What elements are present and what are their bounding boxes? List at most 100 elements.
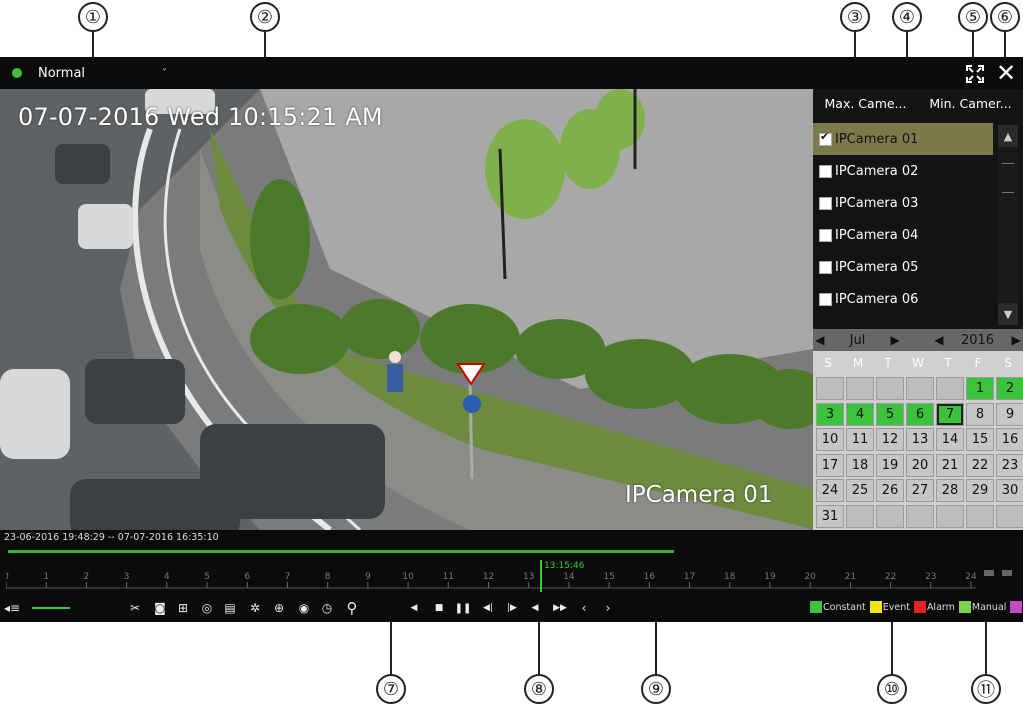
zoom-icon[interactable]: ⊕ — [271, 598, 287, 618]
camera-item-02[interactable]: IPCamera 02 — [813, 155, 993, 187]
search-icon[interactable]: ⚲ — [343, 598, 361, 618]
rewind-icon[interactable]: ◀ — [406, 598, 422, 618]
calendar-day-5[interactable]: 5 — [876, 402, 904, 426]
calendar-day-20[interactable]: 20 — [906, 453, 934, 477]
checkbox-icon[interactable] — [819, 228, 832, 242]
checkbox-icon[interactable] — [819, 292, 832, 306]
max-cameras-button[interactable]: Max. Came... — [813, 89, 918, 117]
weekday-label: S — [1004, 356, 1012, 370]
calendar-day-22[interactable]: 22 — [966, 453, 994, 477]
playback-progress-bar[interactable] — [8, 550, 674, 553]
camera-tabs: Max. Came... Min. Camer... — [813, 89, 1023, 117]
volume-icon[interactable]: ◂≡ — [4, 598, 20, 618]
camera-list-scrollbar[interactable]: ▲ ▼ — [998, 125, 1018, 325]
timeline-hour-label: 17 — [684, 572, 695, 582]
callout-10: ⑩ — [877, 674, 907, 704]
checkbox-icon[interactable] — [819, 130, 832, 146]
calendar-day-24[interactable]: 24 — [816, 479, 844, 502]
calendar-day-28[interactable]: 28 — [936, 479, 964, 502]
stop-icon[interactable]: ■ — [431, 598, 447, 618]
prev-month-icon[interactable]: ◀ — [813, 333, 827, 347]
calendar-day-26[interactable]: 26 — [876, 479, 904, 502]
calendar-day-30[interactable]: 30 — [996, 479, 1023, 502]
calendar-day-17[interactable]: 17 — [816, 453, 844, 477]
calendar-day-19[interactable]: 19 — [876, 453, 904, 477]
calendar-day-1[interactable]: 1 — [966, 377, 994, 400]
slow-icon[interactable]: ◀ — [527, 598, 543, 618]
camera-item-05[interactable]: IPCamera 05 — [813, 251, 993, 283]
camera-item-01[interactable]: IPCamera 01 — [813, 123, 993, 155]
calendar-blank-cell — [906, 504, 934, 528]
camera-side-panel: Max. Came... Min. Camer... IPCamera 01 I… — [813, 89, 1023, 530]
calendar-header: ◀ Jul ▶ ◀ 2016 ▶ — [813, 329, 1023, 351]
record-icon[interactable]: ◉ — [296, 598, 312, 618]
callout-7: ⑦ — [376, 674, 406, 704]
calendar-day-16[interactable]: 16 — [996, 428, 1023, 451]
step-back-icon[interactable]: ◀| — [480, 598, 496, 618]
checkbox-icon[interactable] — [819, 196, 832, 210]
custom-tag-icon[interactable]: ◎ — [199, 598, 215, 618]
fullscreen-icon[interactable] — [966, 65, 984, 83]
video-playback-window[interactable]: 07-07-2016 Wed 10:15:21 AM IPCamera 01 — [0, 89, 813, 530]
calendar-day-21[interactable]: 21 — [936, 453, 964, 477]
calendar-day-4[interactable]: 4 — [846, 402, 874, 426]
calendar-day-7[interactable]: 7 — [936, 402, 964, 426]
snapshot-icon[interactable]: ◙ — [152, 598, 168, 618]
clip-icon[interactable]: ✂ — [127, 598, 143, 618]
timeline-hour-label: 9 — [365, 572, 371, 582]
checkbox-icon[interactable] — [819, 260, 832, 274]
calendar-day-15[interactable]: 15 — [966, 428, 994, 451]
scroll-down-icon[interactable]: ▼ — [998, 303, 1018, 325]
timeline-hour-label: 18 — [724, 572, 736, 582]
camera-list: IPCamera 01 IPCamera 02 IPCamera 03 IPCa… — [813, 123, 993, 315]
scroll-thumb[interactable] — [1002, 163, 1014, 193]
calendar-day-10[interactable]: 10 — [816, 428, 844, 451]
fast-icon[interactable]: ▶▶ — [552, 598, 568, 618]
calendar-day-11[interactable]: 11 — [846, 428, 874, 451]
callout-1: ① — [78, 2, 108, 32]
close-icon[interactable]: ✕ — [996, 59, 1016, 87]
playback-mode-dropdown[interactable]: Normal ˅ — [12, 57, 167, 89]
camera-item-06[interactable]: IPCamera 06 — [813, 283, 993, 315]
camera-item-04[interactable]: IPCamera 04 — [813, 219, 993, 251]
legend-label: Event — [882, 601, 910, 613]
calendar-day-25[interactable]: 25 — [846, 479, 874, 502]
pause-icon[interactable]: ❚❚ — [455, 598, 472, 618]
calendar-day-9[interactable]: 9 — [996, 402, 1023, 426]
timeline-bar[interactable]: 0123456789101112131415161718192021222324 — [6, 560, 1014, 592]
camera-item-03[interactable]: IPCamera 03 — [813, 187, 993, 219]
clock-icon[interactable]: ◷ — [319, 598, 335, 618]
legend-item: Alarm — [913, 601, 955, 613]
prev-icon[interactable]: ‹ — [576, 598, 592, 618]
calendar-day-29[interactable]: 29 — [966, 479, 994, 502]
calendar-day-6[interactable]: 6 — [906, 402, 934, 426]
calendar-year: 2016 — [960, 332, 995, 348]
timeline-hour-label: 15 — [603, 572, 614, 582]
calendar-day-18[interactable]: 18 — [846, 453, 874, 477]
tag-icon[interactable]: ⊞ — [175, 598, 191, 618]
calendar-day-3[interactable]: 3 — [816, 402, 844, 426]
timeline-hour-label: 3 — [124, 572, 130, 582]
calendar-day-12[interactable]: 12 — [876, 428, 904, 451]
calendar-day-8[interactable]: 8 — [966, 402, 994, 426]
next-month-icon[interactable]: ▶ — [888, 333, 902, 347]
calendar-day-23[interactable]: 23 — [996, 453, 1023, 477]
settings-icon[interactable]: ✲ — [247, 598, 263, 618]
calendar-weekdays: S M T W T F S — [813, 353, 1023, 373]
volume-slider[interactable] — [32, 607, 70, 609]
tag-manager-icon[interactable]: ▤ — [222, 598, 238, 618]
step-forward-icon[interactable]: |▶ — [504, 598, 520, 618]
timeline-hour-label: 21 — [845, 572, 856, 582]
next-year-icon[interactable]: ▶ — [1009, 333, 1023, 347]
calendar-day-31[interactable]: 31 — [816, 504, 844, 528]
checkbox-icon[interactable] — [819, 164, 832, 178]
calendar-day-14[interactable]: 14 — [936, 428, 964, 451]
calendar-day-13[interactable]: 13 — [906, 428, 934, 451]
prev-year-icon[interactable]: ◀ — [932, 333, 946, 347]
weekday-label: T — [884, 356, 892, 370]
calendar-day-2[interactable]: 2 — [996, 377, 1023, 400]
next-icon[interactable]: › — [600, 598, 616, 618]
min-cameras-button[interactable]: Min. Camer... — [918, 89, 1023, 117]
calendar-day-27[interactable]: 27 — [906, 479, 934, 502]
scroll-up-icon[interactable]: ▲ — [998, 125, 1018, 147]
